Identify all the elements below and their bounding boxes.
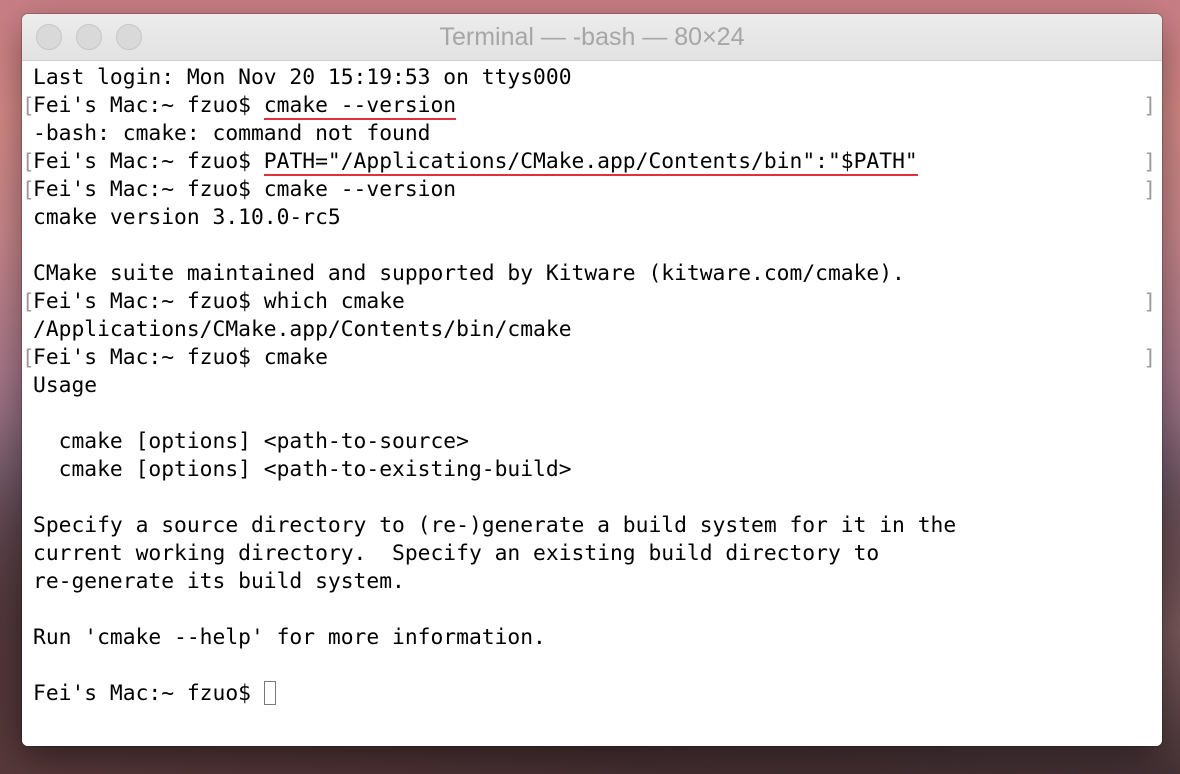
output-line: re-generate its build system. bbox=[33, 569, 405, 594]
text-cursor[interactable] bbox=[263, 681, 276, 705]
prompt: Fei's Mac:~ fzuo$ bbox=[33, 93, 264, 118]
mark-close: ] bbox=[1143, 290, 1156, 314]
prompt: Fei's Mac:~ fzuo$ bbox=[33, 289, 264, 314]
window-title: Terminal — -bash — 80×24 bbox=[439, 23, 745, 51]
highlighted-command: cmake --version bbox=[263, 93, 457, 120]
output-line: CMake suite maintained and supported by … bbox=[33, 261, 905, 286]
mark-close: ] bbox=[1143, 94, 1156, 118]
active-prompt-line[interactable]: Fei's Mac:~ fzuo$ bbox=[33, 680, 1162, 708]
command-line: [Fei's Mac:~ fzuo$ cmake --version] bbox=[22, 176, 1162, 204]
mark-open: [ bbox=[22, 346, 35, 370]
command: cmake --version bbox=[263, 177, 457, 202]
mark-close: ] bbox=[1143, 178, 1156, 202]
command-line: [Fei's Mac:~ fzuo$ cmake] bbox=[22, 344, 1162, 372]
prompt: Fei's Mac:~ fzuo$ bbox=[33, 177, 264, 202]
prompt: Fei's Mac:~ fzuo$ bbox=[33, 149, 264, 174]
command: which cmake bbox=[263, 289, 405, 314]
prompt: Fei's Mac:~ fzuo$ bbox=[33, 681, 264, 706]
output-line: current working directory. Specify an ex… bbox=[33, 541, 880, 566]
output-line: Usage bbox=[33, 373, 98, 398]
mark-close: ] bbox=[1143, 346, 1156, 370]
mark-open: [ bbox=[22, 290, 35, 314]
output-line: Specify a source directory to (re-)gener… bbox=[33, 513, 957, 538]
mark-open: [ bbox=[22, 150, 35, 174]
command: cmake bbox=[263, 345, 328, 370]
output-line: /Applications/CMake.app/Contents/bin/cma… bbox=[33, 317, 572, 342]
command-line: [Fei's Mac:~ fzuo$ which cmake] bbox=[22, 288, 1162, 316]
terminal-window: Terminal — -bash — 80×24 Last login: Mon… bbox=[22, 14, 1162, 746]
output-line: cmake version 3.10.0-rc5 bbox=[33, 205, 341, 230]
highlighted-command: PATH="/Applications/CMake.app/Contents/b… bbox=[263, 149, 918, 176]
mark-open: [ bbox=[22, 94, 35, 118]
output-line: cmake [options] <path-to-source> bbox=[33, 429, 469, 454]
title-bar[interactable]: Terminal — -bash — 80×24 bbox=[22, 14, 1162, 61]
command-line: [Fei's Mac:~ fzuo$ cmake --version] bbox=[22, 92, 1162, 120]
mark-close: ] bbox=[1143, 150, 1156, 174]
output-line: Last login: Mon Nov 20 15:19:53 on ttys0… bbox=[33, 65, 572, 90]
output-line: -bash: cmake: command not found bbox=[33, 121, 431, 146]
command-line: [Fei's Mac:~ fzuo$ PATH="/Applications/C… bbox=[22, 148, 1162, 176]
prompt: Fei's Mac:~ fzuo$ bbox=[33, 345, 264, 370]
output-line: cmake [options] <path-to-existing-build> bbox=[33, 457, 572, 482]
output-line: Run 'cmake --help' for more information. bbox=[33, 625, 546, 650]
mark-open: [ bbox=[22, 178, 35, 202]
terminal-content[interactable]: Last login: Mon Nov 20 15:19:53 on ttys0… bbox=[22, 61, 1162, 746]
